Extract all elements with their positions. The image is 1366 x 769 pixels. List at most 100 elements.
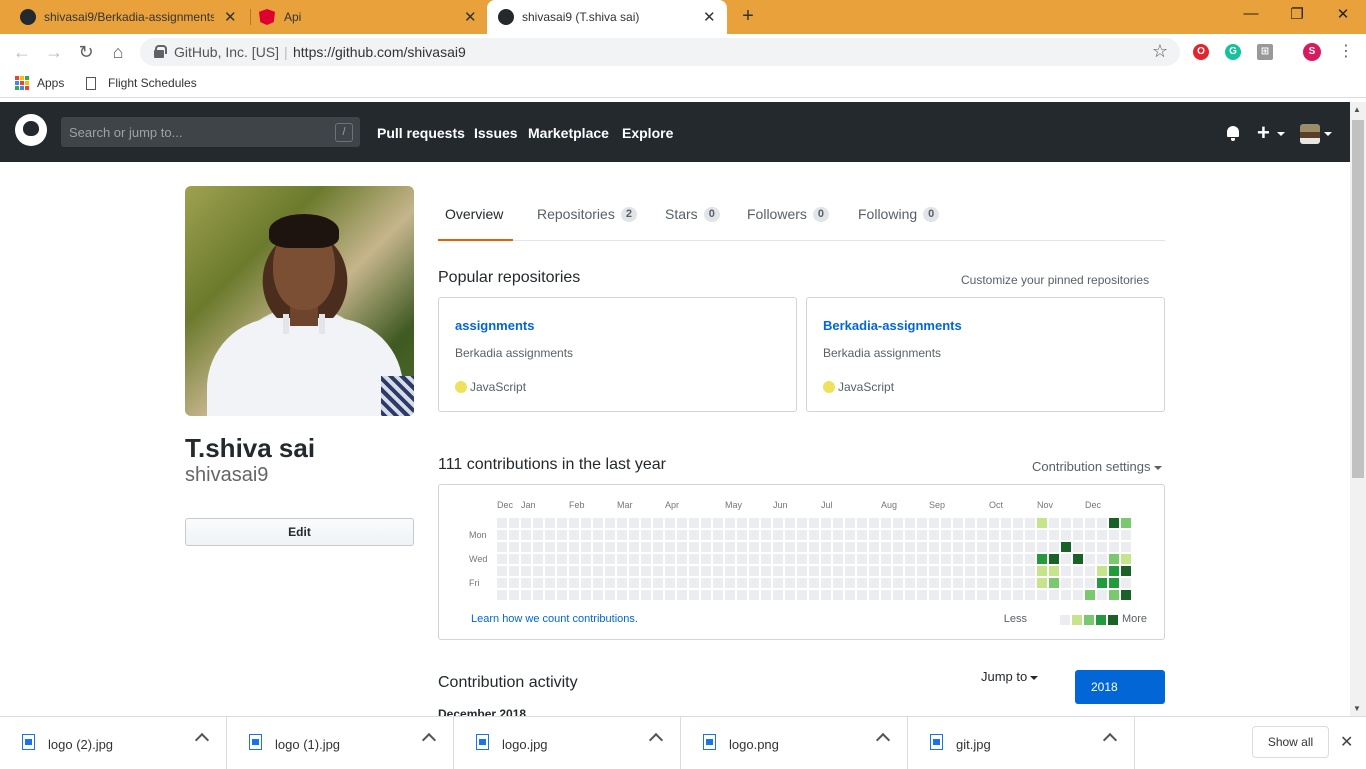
contribution-day[interactable]: [641, 566, 651, 576]
contribution-day[interactable]: [821, 566, 831, 576]
contribution-day[interactable]: [809, 590, 819, 600]
learn-contributions-link[interactable]: Learn how we count contributions.: [471, 613, 638, 625]
contribution-day[interactable]: [1025, 542, 1035, 552]
contribution-day[interactable]: [1109, 518, 1119, 528]
contribution-day[interactable]: [701, 554, 711, 564]
contribution-day[interactable]: [605, 578, 615, 588]
contribution-day[interactable]: [785, 542, 795, 552]
tab-followers[interactable]: Followers 0: [747, 206, 830, 222]
contribution-day[interactable]: [569, 554, 579, 564]
download-item[interactable]: git.jpg: [908, 717, 1135, 769]
contribution-day[interactable]: [893, 566, 903, 576]
contribution-day[interactable]: [1061, 590, 1071, 600]
contribution-day[interactable]: [521, 554, 531, 564]
chevron-down-icon[interactable]: [1277, 132, 1285, 136]
restore-button[interactable]: ❐: [1285, 5, 1309, 23]
contribution-day[interactable]: [1085, 566, 1095, 576]
contribution-day[interactable]: [965, 590, 975, 600]
contribution-day[interactable]: [917, 542, 927, 552]
contribution-day[interactable]: [1025, 518, 1035, 528]
contribution-day[interactable]: [977, 578, 987, 588]
contribution-day[interactable]: [1085, 518, 1095, 528]
contribution-day[interactable]: [1073, 530, 1083, 540]
contribution-day[interactable]: [989, 578, 999, 588]
contribution-day[interactable]: [653, 566, 663, 576]
contribution-day[interactable]: [1037, 554, 1047, 564]
contribution-day[interactable]: [941, 590, 951, 600]
contribution-day[interactable]: [1121, 542, 1131, 552]
contribution-day[interactable]: [857, 554, 867, 564]
contribution-day[interactable]: [761, 530, 771, 540]
contribution-day[interactable]: [689, 566, 699, 576]
contribution-day[interactable]: [917, 554, 927, 564]
contribution-day[interactable]: [845, 554, 855, 564]
contribution-day[interactable]: [881, 590, 891, 600]
download-item[interactable]: logo (2).jpg: [0, 717, 227, 769]
contribution-day[interactable]: [557, 530, 567, 540]
contribution-day[interactable]: [941, 578, 951, 588]
repo-name-link[interactable]: Berkadia-assignments: [823, 318, 962, 333]
contribution-day[interactable]: [677, 590, 687, 600]
contribution-day[interactable]: [617, 518, 627, 528]
chevron-up-icon[interactable]: [1102, 732, 1118, 748]
contribution-day[interactable]: [521, 566, 531, 576]
contribution-day[interactable]: [1121, 566, 1131, 576]
contribution-day[interactable]: [785, 554, 795, 564]
contribution-day[interactable]: [713, 530, 723, 540]
contribution-day[interactable]: [881, 530, 891, 540]
browser-tab[interactable]: Api ✕: [251, 0, 487, 34]
contribution-day[interactable]: [845, 542, 855, 552]
contribution-day[interactable]: [965, 518, 975, 528]
contribution-day[interactable]: [545, 590, 555, 600]
contribution-day[interactable]: [497, 578, 507, 588]
contribution-day[interactable]: [749, 518, 759, 528]
contribution-day[interactable]: [881, 566, 891, 576]
contribution-day[interactable]: [701, 566, 711, 576]
contribution-day[interactable]: [833, 518, 843, 528]
contribution-day[interactable]: [653, 518, 663, 528]
contribution-day[interactable]: [1097, 590, 1107, 600]
contribution-day[interactable]: [1085, 542, 1095, 552]
contribution-day[interactable]: [617, 554, 627, 564]
contribution-day[interactable]: [1013, 518, 1023, 528]
contribution-day[interactable]: [833, 554, 843, 564]
tab-close-icon[interactable]: ✕: [703, 8, 716, 26]
contribution-day[interactable]: [1073, 590, 1083, 600]
contribution-day[interactable]: [533, 590, 543, 600]
contribution-day[interactable]: [785, 530, 795, 540]
contribution-day[interactable]: [677, 578, 687, 588]
contribution-day[interactable]: [557, 566, 567, 576]
contribution-day[interactable]: [1097, 554, 1107, 564]
contribution-day[interactable]: [845, 578, 855, 588]
jump-to-dropdown[interactable]: Jump to: [981, 669, 1039, 684]
contribution-day[interactable]: [1049, 554, 1059, 564]
contribution-day[interactable]: [917, 566, 927, 576]
contribution-day[interactable]: [1097, 542, 1107, 552]
contribution-day[interactable]: [641, 530, 651, 540]
back-arrow-icon[interactable]: ←: [11, 41, 33, 63]
contribution-day[interactable]: [1001, 590, 1011, 600]
chevron-down-icon[interactable]: [1324, 132, 1332, 136]
contribution-day[interactable]: [521, 542, 531, 552]
contribution-day[interactable]: [725, 578, 735, 588]
contribution-day[interactable]: [905, 578, 915, 588]
contribution-day[interactable]: [857, 566, 867, 576]
contribution-day[interactable]: [677, 542, 687, 552]
contribution-day[interactable]: [521, 530, 531, 540]
contribution-day[interactable]: [581, 566, 591, 576]
opera-icon[interactable]: O: [1193, 44, 1209, 60]
contribution-day[interactable]: [749, 542, 759, 552]
contribution-day[interactable]: [929, 566, 939, 576]
contribution-day[interactable]: [581, 578, 591, 588]
customize-pins-link[interactable]: Customize your pinned repositories: [961, 273, 1149, 287]
contribution-day[interactable]: [965, 578, 975, 588]
contribution-day[interactable]: [989, 518, 999, 528]
contribution-day[interactable]: [737, 542, 747, 552]
contribution-day[interactable]: [725, 542, 735, 552]
contribution-day[interactable]: [953, 542, 963, 552]
contribution-day[interactable]: [1037, 542, 1047, 552]
contribution-day[interactable]: [977, 530, 987, 540]
contribution-day[interactable]: [821, 578, 831, 588]
contribution-day[interactable]: [761, 554, 771, 564]
contribution-day[interactable]: [581, 530, 591, 540]
